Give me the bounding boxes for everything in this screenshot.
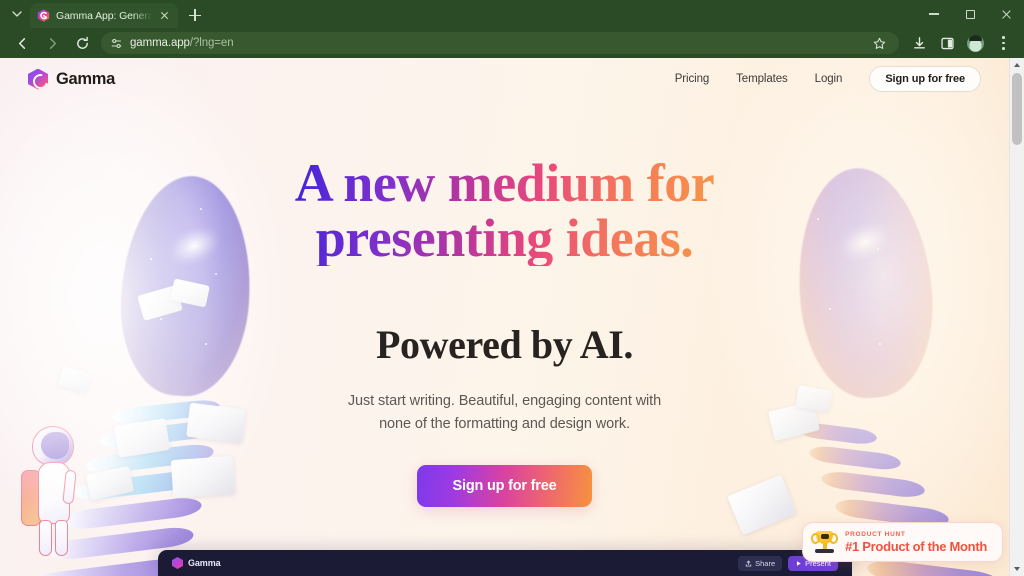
reload-icon — [76, 36, 88, 49]
app-preview-brand-name: Gamma — [188, 558, 221, 568]
profile-avatar — [966, 34, 984, 52]
split-view-icon — [940, 37, 954, 49]
hero-subheadline: Powered by AI. — [376, 322, 633, 368]
chevron-down-icon — [12, 11, 22, 17]
brand-name: Gamma — [56, 69, 116, 88]
hero-signup-button[interactable]: Sign up for free — [416, 465, 593, 508]
hero-description-line1: Just start writing. Beautiful, engaging … — [347, 393, 662, 410]
nav-item-login[interactable]: Login — [815, 73, 843, 85]
browser-toolbar: gamma.app/?lng=en — [0, 28, 1024, 58]
browser-menu-button[interactable] — [990, 30, 1016, 56]
download-icon — [913, 36, 925, 49]
url-domain: gamma.app — [130, 37, 190, 49]
hero-headline-line1: A new medium for — [294, 153, 715, 213]
nav-item-pricing[interactable]: Pricing — [675, 73, 710, 85]
url-text: gamma.app/?lng=en — [130, 37, 234, 49]
url-path: /?lng=en — [189, 37, 234, 49]
forward-arrow-icon — [49, 37, 56, 49]
tab-strip: Gamma App: Generate AI Prese — [0, 0, 1024, 28]
address-bar[interactable]: gamma.app/?lng=en — [101, 32, 899, 54]
browser-tab[interactable]: Gamma App: Generate AI Prese — [30, 3, 178, 28]
forward-button[interactable] — [38, 30, 66, 56]
scrollbar-thumb[interactable] — [1012, 73, 1022, 145]
hero-description-line2: none of the formatting and design work. — [379, 415, 630, 432]
primary-nav: Pricing Templates Login Sign up for free — [675, 66, 981, 92]
gamma-logo[interactable]: Gamma — [28, 68, 116, 90]
browser-window: Gamma App: Generate AI Prese — [0, 0, 1024, 576]
play-icon — [797, 560, 801, 566]
hero-headline-line2: presenting ideas. — [315, 208, 694, 269]
hero-headline: A new medium for presenting ideas. — [295, 156, 714, 266]
hero-section: A new medium for presenting ideas. Power… — [0, 100, 1009, 576]
app-preview-panel: Gamma Share Present — [158, 550, 852, 576]
tab-title: Gamma App: Generate AI Prese — [56, 9, 152, 22]
gamma-favicon — [37, 9, 50, 22]
tune-icon[interactable] — [110, 37, 123, 50]
page-viewport: Gamma Pricing Templates Login Sign up fo… — [0, 58, 1024, 576]
window-controls — [916, 0, 1024, 28]
app-preview-brand: Gamma — [172, 557, 221, 569]
back-arrow-icon — [18, 37, 25, 49]
share-button[interactable]: Share — [738, 555, 783, 571]
nav-item-templates[interactable]: Templates — [736, 73, 788, 85]
reload-button[interactable] — [68, 30, 96, 56]
site-header: Gamma Pricing Templates Login Sign up fo… — [0, 58, 1009, 100]
hero-description: Just start writing. Beautiful, engaging … — [348, 390, 661, 435]
split-view-button[interactable] — [934, 30, 960, 56]
share-icon — [745, 560, 752, 567]
scroll-up-arrow[interactable] — [1010, 58, 1024, 72]
close-window-button[interactable] — [988, 0, 1024, 28]
gamma-logo-icon-small — [172, 557, 183, 569]
scroll-down-arrow[interactable] — [1010, 562, 1024, 576]
back-button[interactable] — [8, 30, 36, 56]
product-hunt-kicker: PRODUCT HUNT — [845, 530, 906, 538]
product-hunt-text: PRODUCT HUNT #1 Product of the Month — [845, 531, 987, 554]
share-button-label: Share — [755, 558, 776, 568]
product-hunt-title: #1 Product of the Month — [845, 538, 987, 554]
trophy-icon — [811, 530, 839, 554]
tab-search-button[interactable] — [4, 3, 30, 25]
new-tab-button[interactable] — [182, 3, 208, 27]
gamma-logo-icon — [28, 68, 48, 90]
header-signup-button[interactable]: Sign up for free — [869, 66, 981, 92]
bookmark-star-icon[interactable] — [868, 32, 890, 54]
product-hunt-badge[interactable]: PRODUCT HUNT #1 Product of the Month — [802, 522, 1003, 562]
profile-button[interactable] — [962, 30, 988, 56]
maximize-button[interactable] — [952, 0, 988, 28]
close-tab-icon[interactable] — [158, 9, 171, 22]
downloads-button[interactable] — [906, 30, 932, 56]
minimize-button[interactable] — [916, 0, 952, 28]
page-scrollbar[interactable] — [1009, 58, 1024, 576]
